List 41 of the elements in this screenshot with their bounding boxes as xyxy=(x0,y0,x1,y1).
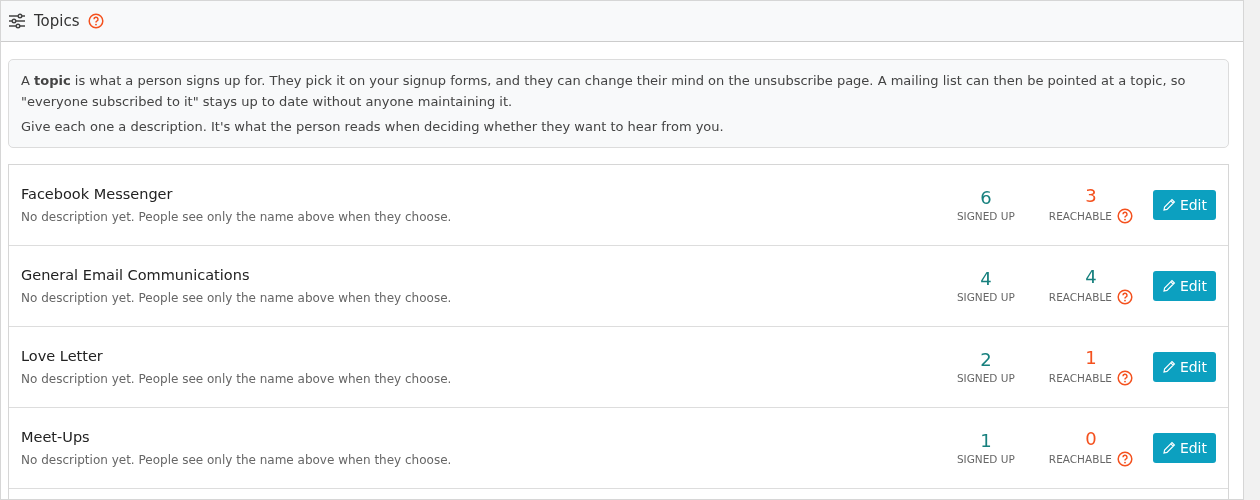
topic-description: No description yet. People see only the name above when they choose. xyxy=(21,291,453,305)
signed-up-count: 2 xyxy=(980,350,992,370)
topic-description: No description yet. People see only the name above when they choose. xyxy=(21,453,453,467)
topic-name: General Email Communications xyxy=(21,267,251,283)
reachable-label: REACHABLE xyxy=(1048,372,1112,384)
reachable-count: 4 xyxy=(1085,267,1097,287)
signed-up-count: 6 xyxy=(980,188,992,208)
help-icon[interactable] xyxy=(1116,451,1133,467)
signed-up-count: 1 xyxy=(980,431,992,451)
signed-up-count: 4 xyxy=(980,269,992,289)
edit-button[interactable]: Edit xyxy=(1152,190,1216,220)
sliders-icon xyxy=(8,13,26,29)
pencil-icon xyxy=(1161,198,1176,212)
help-icon[interactable] xyxy=(1116,208,1133,224)
reachable-label: REACHABLE xyxy=(1048,210,1112,222)
panel-title: Topics xyxy=(34,12,80,30)
intro-text: Give each one a description. It's what the person reads when deciding whether they want to hear from you. xyxy=(21,118,725,136)
edit-button[interactable]: Edit xyxy=(1152,433,1216,463)
topic-name: Meet-Ups xyxy=(21,429,91,445)
help-icon[interactable] xyxy=(1116,289,1133,305)
pencil-icon xyxy=(1161,360,1176,374)
reachable-label: REACHABLE xyxy=(1048,453,1112,465)
topic-description: No description yet. People see only the name above when they choose. xyxy=(21,210,453,224)
pencil-icon xyxy=(1161,441,1176,455)
signed-up-label: SIGNED UP xyxy=(956,372,1015,384)
topic-name: Facebook Messenger xyxy=(21,186,174,202)
topic-name: Love Letter xyxy=(21,348,104,364)
help-icon[interactable] xyxy=(87,13,104,29)
signed-up-label: SIGNED UP xyxy=(956,453,1015,465)
signed-up-label: SIGNED UP xyxy=(956,210,1015,222)
signed-up-label: SIGNED UP xyxy=(956,291,1015,303)
reachable-count: 0 xyxy=(1085,429,1097,449)
edit-button[interactable]: Edit xyxy=(1152,271,1216,301)
edit-button[interactable]: Edit xyxy=(1152,352,1216,382)
topic-description: No description yet. People see only the name above when they choose. xyxy=(21,372,453,386)
pencil-icon xyxy=(1161,279,1176,293)
intro-text: A topic is what a person signs up for. They pick it on your signup forms, and they can change their mind on the unsubscribe page. A mailing list can then be pointed at a topic, so "everyone subscribed to it" stays up to date without anyone maintaining it. xyxy=(21,72,1187,111)
help-icon[interactable] xyxy=(1116,370,1133,386)
reachable-count: 3 xyxy=(1085,186,1097,206)
reachable-label: REACHABLE xyxy=(1048,291,1112,303)
reachable-count: 1 xyxy=(1085,348,1097,368)
